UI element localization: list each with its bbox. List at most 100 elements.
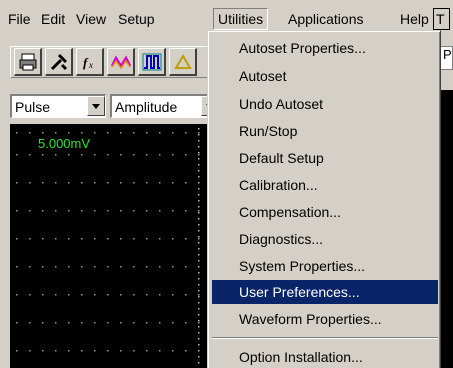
graticule-dot	[29, 210, 31, 212]
graticule-dot	[120, 322, 122, 324]
graticule-dot	[198, 170, 200, 172]
graticule-dot	[133, 154, 135, 156]
graticule-dot	[16, 182, 18, 184]
graticule-dot	[94, 294, 96, 296]
pulse-combo[interactable]: Pulse	[10, 94, 106, 118]
graticule-dot	[42, 322, 44, 324]
graticule-dot	[172, 294, 174, 296]
print-icon[interactable]	[14, 48, 42, 76]
waveform-icon[interactable]	[107, 48, 135, 76]
graticule-dot	[198, 278, 200, 280]
menu-edit[interactable]: Edit	[37, 8, 69, 30]
graticule-dot	[185, 182, 187, 184]
graticule-dot	[42, 350, 44, 352]
menu-item-calibration[interactable]: Calibration...	[212, 173, 438, 197]
menu-utilities[interactable]: Utilities	[213, 8, 269, 30]
graticule-dot	[185, 210, 187, 212]
graticule-dot	[172, 132, 174, 134]
triangle-icon[interactable]	[169, 48, 197, 76]
menu-item-compensation[interactable]: Compensation...	[212, 200, 438, 224]
graticule-dot	[146, 350, 148, 352]
graticule-dot	[159, 266, 161, 268]
graticule-dot	[94, 350, 96, 352]
graticule-dot	[107, 322, 109, 324]
menu-setup[interactable]: Setup	[114, 8, 159, 30]
graticule-dot	[55, 182, 57, 184]
menu-truncated[interactable]: T	[433, 8, 450, 30]
graticule-dot	[133, 210, 135, 212]
graticule-dot	[198, 152, 200, 154]
graticule-dot	[198, 332, 200, 334]
graticule-dot	[198, 294, 200, 296]
menu-applications[interactable]: Applications	[284, 8, 368, 30]
graticule-dot	[198, 284, 200, 286]
partial-field[interactable]: P	[440, 46, 453, 70]
graticule-dot	[198, 188, 200, 190]
graticule-dot	[42, 210, 44, 212]
graticule-dot	[68, 238, 70, 240]
chevron-down-icon[interactable]	[87, 96, 105, 116]
graticule-dot	[198, 322, 200, 324]
graticule-dot	[55, 322, 57, 324]
graticule-dot	[198, 154, 200, 156]
graticule-dot	[159, 322, 161, 324]
graticule-dot	[94, 154, 96, 156]
graticule-dot	[198, 238, 200, 240]
graticule-dot	[55, 294, 57, 296]
graticule-dot	[198, 362, 200, 364]
graticule-dot	[16, 322, 18, 324]
pulse-icon[interactable]	[138, 48, 166, 76]
menu-item-autoset-properties[interactable]: Autoset Properties...	[212, 36, 438, 60]
graticule-dot	[55, 238, 57, 240]
graticule-dot	[16, 210, 18, 212]
graticule-dot	[68, 154, 70, 156]
graticule-dot	[94, 210, 96, 212]
menu-item-autoset[interactable]: Autoset	[212, 64, 438, 88]
scope-display[interactable]	[10, 124, 230, 368]
graticule-dot	[185, 238, 187, 240]
menu-item-default-setup[interactable]: Default Setup	[212, 146, 438, 170]
graticule-dot	[198, 158, 200, 160]
graticule-dot	[198, 132, 200, 134]
menu-file[interactable]: File	[4, 8, 35, 30]
graticule-dot	[198, 230, 200, 232]
menu-item-undo-autoset[interactable]: Undo Autoset	[212, 92, 438, 116]
graticule-dot	[29, 132, 31, 134]
graticule-dot	[172, 154, 174, 156]
graticule-dot	[198, 128, 200, 130]
graticule-dot	[146, 154, 148, 156]
graticule-dot	[198, 140, 200, 142]
graticule-dot	[81, 350, 83, 352]
graticule-dot	[81, 238, 83, 240]
menu-help[interactable]: Help	[396, 8, 433, 30]
graticule-dot	[146, 210, 148, 212]
graticule-dot	[94, 238, 96, 240]
menu-item-user-preferences[interactable]: User Preferences...	[212, 280, 438, 304]
graticule-dot	[185, 322, 187, 324]
menu-item-option-installation[interactable]: Option Installation...	[212, 345, 438, 368]
tools-icon[interactable]	[45, 48, 73, 76]
graticule-dot	[29, 238, 31, 240]
amplitude-combo[interactable]: Amplitude	[110, 94, 220, 118]
graticule-dot	[146, 182, 148, 184]
graticule-dot	[198, 242, 200, 244]
graticule-dot	[185, 266, 187, 268]
graticule-dot	[198, 200, 200, 202]
menu-view[interactable]: View	[72, 8, 110, 30]
graticule-dot	[107, 132, 109, 134]
menu-item-run-stop[interactable]: Run/Stop	[212, 119, 438, 143]
scope-graticule	[16, 128, 226, 364]
graticule-dot	[16, 132, 18, 134]
graticule-dot	[198, 344, 200, 346]
graticule-dot	[16, 266, 18, 268]
graticule-dot	[159, 238, 161, 240]
menu-item-diagnostics[interactable]: Diagnostics...	[212, 227, 438, 251]
graticule-dot	[81, 132, 83, 134]
graticule-dot	[107, 182, 109, 184]
graticule-dot	[198, 164, 200, 166]
function-icon[interactable]: fx	[76, 48, 104, 76]
menu-item-system-properties[interactable]: System Properties...	[212, 254, 438, 278]
menu-item-waveform-properties[interactable]: Waveform Properties...	[212, 307, 438, 331]
graticule-dot	[133, 266, 135, 268]
menu-separator	[212, 337, 438, 339]
